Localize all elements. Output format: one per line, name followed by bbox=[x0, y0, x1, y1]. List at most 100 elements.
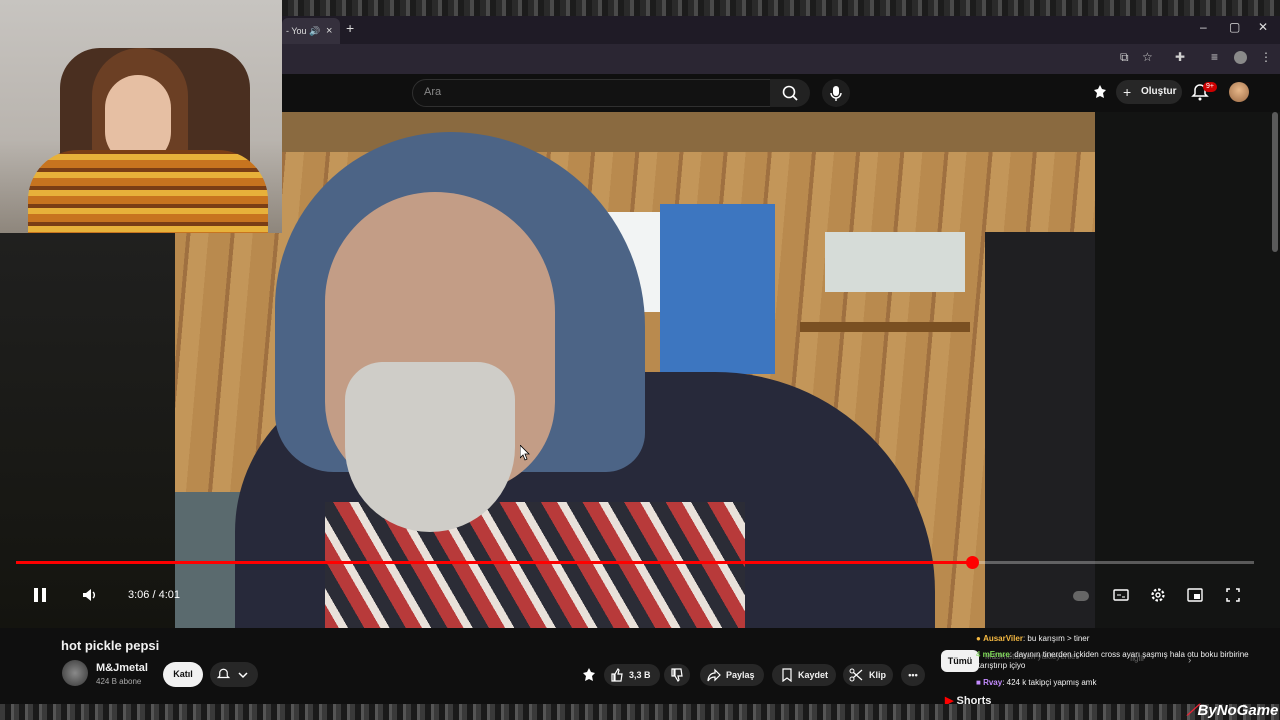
progress-scrubber[interactable] bbox=[965, 556, 979, 569]
gear-icon bbox=[1151, 588, 1165, 602]
chevron-down-icon bbox=[238, 672, 248, 679]
tab-title: - You bbox=[286, 26, 307, 36]
settings-button[interactable] bbox=[1149, 584, 1167, 606]
chat-username: mEmre bbox=[982, 650, 1010, 659]
miniplayer-button[interactable] bbox=[1186, 584, 1204, 606]
chat-message: 4 mEmre: dayının tinerden içkiden cross … bbox=[976, 650, 1249, 659]
install-app-icon[interactable]: ⧉ bbox=[1120, 50, 1129, 65]
create-button[interactable]: + Oluştur bbox=[1116, 80, 1182, 104]
miniplayer-icon bbox=[1187, 588, 1203, 602]
video-poster bbox=[825, 232, 965, 292]
bookmark-star-icon[interactable]: ☆ bbox=[1142, 50, 1153, 64]
save-button[interactable]: Kaydet bbox=[772, 664, 836, 686]
chat-text: : bu karışım > tiner bbox=[1022, 634, 1090, 643]
subscribed-notifications-button[interactable] bbox=[210, 662, 258, 687]
pause-icon bbox=[34, 588, 46, 602]
speaker-icon: 🔊 bbox=[309, 26, 321, 36]
subtitles-icon bbox=[1113, 589, 1129, 601]
clip-label: Klip bbox=[869, 670, 886, 680]
chat-text: : 424 k takipçi yapmış amk bbox=[1002, 678, 1097, 687]
clip-button[interactable]: Klip bbox=[843, 664, 893, 686]
premium-gift-icon[interactable] bbox=[1092, 84, 1108, 100]
video-curtain-right bbox=[660, 204, 775, 374]
browser-tab[interactable]: - You 🔊 × bbox=[282, 18, 340, 44]
page-scrollbar[interactable] bbox=[1272, 112, 1278, 252]
fullscreen-button[interactable] bbox=[1224, 584, 1242, 606]
channel-watermark: ⟋ByNoGame bbox=[1187, 702, 1278, 719]
watermark-logo-icon: ⟋ bbox=[1187, 702, 1198, 719]
video-shelf bbox=[800, 322, 970, 332]
video-title: hot pickle pepsi bbox=[61, 638, 160, 653]
progress-played bbox=[16, 561, 972, 564]
chat-message: ● AusarViler: bu karışım > tiner bbox=[976, 634, 1090, 643]
create-label: Oluştur bbox=[1141, 86, 1177, 97]
chat-text: : dayının tinerden içkiden cross ayarı ş… bbox=[1009, 650, 1249, 659]
scissors-icon bbox=[849, 668, 863, 682]
chat-username: Rvay bbox=[983, 678, 1003, 687]
progress-bar[interactable] bbox=[16, 556, 1254, 569]
volume-icon bbox=[83, 589, 95, 601]
video-ceiling bbox=[175, 112, 1095, 152]
chevron-right-icon[interactable]: › bbox=[1188, 655, 1191, 666]
bookmark-icon bbox=[782, 668, 792, 682]
video-person-beard bbox=[345, 362, 515, 532]
new-tab-button[interactable]: + bbox=[346, 20, 354, 36]
video-bookcase bbox=[985, 232, 1095, 628]
pause-button[interactable] bbox=[31, 584, 49, 606]
extensions-icon[interactable]: ✚ bbox=[1175, 50, 1185, 64]
premium-gift-icon[interactable] bbox=[581, 667, 597, 683]
maximize-button[interactable]: ▢ bbox=[1229, 20, 1240, 34]
close-window-button[interactable]: ✕ bbox=[1258, 20, 1268, 34]
voice-search-button[interactable] bbox=[822, 79, 850, 107]
fullscreen-icon bbox=[1226, 588, 1240, 602]
chat-username: AusarViler bbox=[983, 634, 1023, 643]
search-placeholder: Ara bbox=[424, 86, 442, 98]
search-button[interactable] bbox=[770, 79, 810, 107]
close-tab-icon[interactable]: × bbox=[326, 18, 332, 44]
channel-name[interactable]: M&Jmetal bbox=[96, 662, 148, 674]
player-right-background bbox=[1095, 112, 1280, 628]
search-input[interactable]: Ara bbox=[412, 79, 771, 107]
bell-icon bbox=[216, 668, 231, 679]
time-display: 3:06 / 4:01 bbox=[128, 589, 180, 601]
autoplay-toggle[interactable] bbox=[1073, 591, 1089, 601]
notification-badge: 9+ bbox=[1203, 82, 1217, 92]
join-button[interactable]: Katıl bbox=[163, 662, 203, 687]
save-label: Kaydet bbox=[798, 670, 829, 680]
media-control-icon[interactable]: ≡ bbox=[1211, 50, 1218, 64]
dislike-button[interactable] bbox=[664, 664, 690, 686]
microphone-icon bbox=[830, 86, 842, 101]
more-horizontal-icon: ••• bbox=[908, 670, 918, 680]
chip-all[interactable]: Tümü bbox=[941, 650, 979, 672]
subtitles-button[interactable] bbox=[1112, 584, 1130, 606]
like-count: 3,3 B bbox=[629, 670, 651, 680]
thumbs-up-icon bbox=[611, 668, 623, 682]
account-avatar[interactable] bbox=[1229, 82, 1249, 102]
video-frame[interactable] bbox=[175, 112, 1095, 628]
chat-text: karıştırıp içiyo bbox=[976, 661, 1026, 670]
share-button[interactable]: Paylaş bbox=[700, 664, 764, 686]
more-actions-button[interactable]: ••• bbox=[901, 664, 925, 686]
player-left-background bbox=[0, 233, 175, 628]
browser-menu-icon[interactable]: ⋮ bbox=[1260, 50, 1272, 64]
streamer-webcam bbox=[0, 0, 282, 233]
bottom-decorative-strip bbox=[0, 704, 1280, 720]
plus-icon: + bbox=[1123, 84, 1132, 100]
mouse-cursor-icon bbox=[520, 445, 530, 461]
volume-button[interactable] bbox=[80, 584, 98, 606]
search-icon bbox=[782, 85, 798, 101]
profile-avatar-icon[interactable] bbox=[1234, 51, 1247, 64]
minimize-button[interactable]: – bbox=[1200, 20, 1207, 34]
webcam-sweater bbox=[28, 150, 268, 233]
share-label: Paylaş bbox=[726, 670, 755, 680]
thumbs-down-icon bbox=[671, 668, 683, 682]
share-icon bbox=[707, 668, 721, 682]
like-button[interactable]: 3,3 B bbox=[604, 664, 660, 686]
subscriber-count: 424 B abone bbox=[96, 677, 142, 686]
chat-message-continued: karıştırıp içiyo bbox=[976, 661, 1025, 670]
watermark-text: ByNoGame bbox=[1197, 702, 1279, 719]
channel-avatar[interactable] bbox=[62, 660, 88, 686]
chat-message: ■ Rvay: 424 k takipçi yapmış amk bbox=[976, 678, 1097, 687]
browser-tab-bar bbox=[282, 16, 1280, 44]
address-bar[interactable] bbox=[282, 44, 1280, 74]
